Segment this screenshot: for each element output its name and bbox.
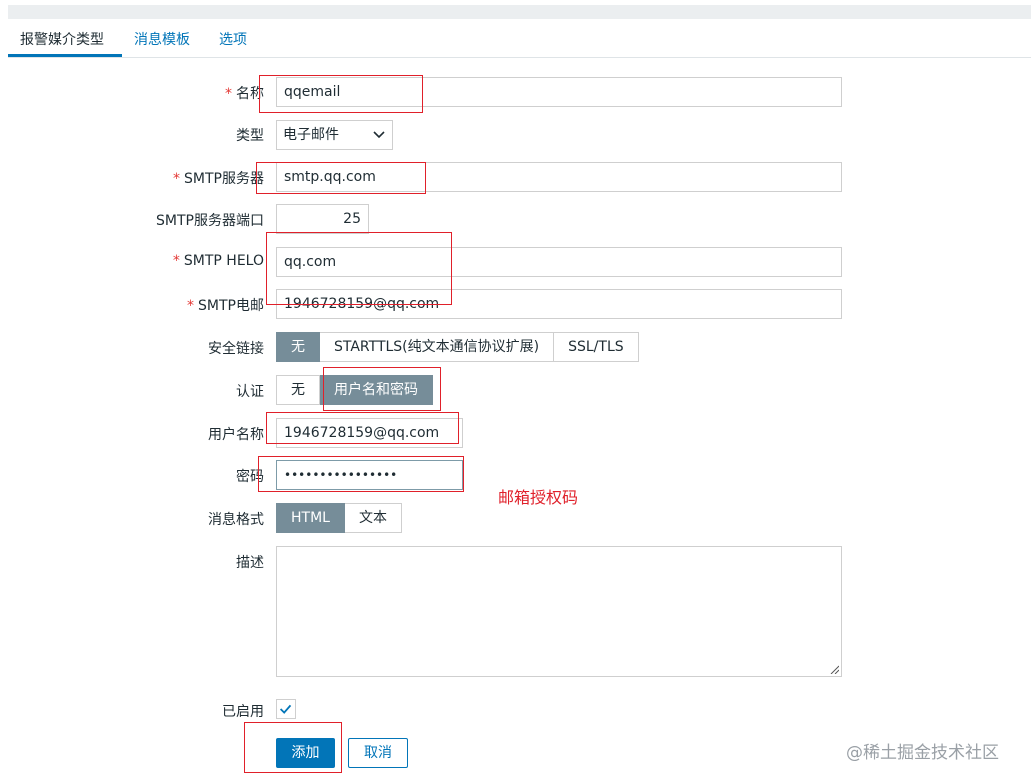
required-marker: * (172, 253, 180, 269)
auth-option-username-password[interactable]: 用户名和密码 (320, 375, 433, 405)
security-option-ssl-tls[interactable]: SSL/TLS (554, 332, 639, 362)
description-textarea[interactable] (276, 546, 842, 677)
format-option-html[interactable]: HTML (276, 503, 345, 533)
security-option-starttls[interactable]: STARTTLS(纯文本通信协议扩展) (320, 332, 555, 362)
smtp-port-input[interactable]: 25 (276, 204, 369, 234)
auth-label: 认证 (236, 384, 264, 400)
required-marker: * (187, 298, 195, 314)
annotation-auth-code: 邮箱授权码 (498, 488, 579, 507)
cancel-button[interactable]: 取消 (348, 738, 408, 768)
format-option-text[interactable]: 文本 (344, 503, 402, 533)
message-format-label: 消息格式 (208, 512, 264, 528)
watermark: @稀土掘金技术社区 (846, 743, 999, 763)
username-input[interactable]: 1946728159@qq.com (276, 418, 463, 448)
security-segmented-control: 无 STARTTLS(纯文本通信协议扩展) SSL/TLS (276, 332, 639, 362)
add-button[interactable]: 添加 (276, 738, 335, 768)
smtp-server-label: * SMTP服务器 (173, 171, 264, 187)
type-select-value: 电子邮件 (283, 127, 339, 143)
resize-handle-icon[interactable] (829, 664, 839, 674)
auth-segmented-control: 无 用户名和密码 (276, 375, 433, 405)
auth-option-none[interactable]: 无 (276, 375, 320, 405)
description-label: 描述 (236, 555, 264, 571)
enabled-checkbox[interactable] (276, 699, 296, 719)
smtp-email-label: * SMTP电邮 (187, 298, 264, 314)
tab-bar: 报警媒介类型 消息模板 选项 (8, 19, 1031, 57)
smtp-helo-label: * SMTP HELO (172, 253, 264, 269)
chevron-down-icon (373, 131, 385, 139)
required-marker: * (225, 86, 232, 102)
tab-divider (8, 57, 1031, 58)
message-format-segmented-control: HTML 文本 (276, 503, 402, 533)
required-marker: * (173, 171, 181, 187)
security-label: 安全链接 (208, 341, 264, 357)
smtp-port-label: SMTP服务器端口 (156, 213, 264, 229)
name-label: * 名称 (225, 86, 264, 102)
password-input[interactable]: •••••••••••••••• (276, 460, 463, 490)
username-label: 用户名称 (208, 427, 264, 443)
type-select[interactable]: 电子邮件 (276, 120, 393, 150)
top-band-fill (8, 5, 1031, 19)
tab-options[interactable]: 选项 (219, 29, 247, 49)
tab-media-type[interactable]: 报警媒介类型 (20, 29, 104, 49)
tab-message-templates[interactable]: 消息模板 (134, 29, 190, 49)
top-band (0, 0, 1031, 19)
smtp-server-input[interactable]: smtp.qq.com (276, 162, 842, 192)
password-label: 密码 (236, 469, 264, 485)
enabled-label: 已启用 (222, 704, 264, 720)
type-label: 类型 (236, 128, 264, 144)
security-option-none[interactable]: 无 (276, 332, 320, 362)
name-input[interactable]: qqemail (276, 77, 842, 107)
smtp-email-input[interactable]: 1946728159@qq.com (276, 289, 842, 319)
checkmark-icon (279, 704, 292, 714)
smtp-helo-input[interactable]: qq.com (276, 247, 842, 277)
